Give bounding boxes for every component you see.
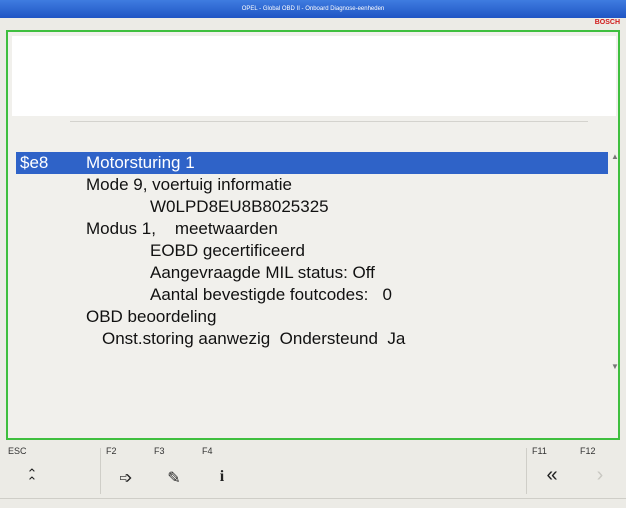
key-label: F12 (580, 446, 596, 456)
f4-button[interactable]: F4 i (198, 446, 246, 496)
esc-button[interactable]: ESC ⌃ ⌃ (4, 446, 60, 496)
f3-button[interactable]: F3 ✎ (150, 446, 198, 496)
key-label: F2 (106, 446, 117, 456)
chevron-right-icon: › (596, 464, 604, 486)
list-item[interactable]: Aantal bevestigde foutcodes: 0 (16, 284, 608, 306)
list-item-label: Onst.storing aanwezig Ondersteund Ja (102, 329, 406, 348)
dtc-count: Aantal bevestigde foutcodes: 0 (150, 285, 392, 304)
f11-button[interactable]: F11 « (528, 446, 576, 496)
list-item[interactable]: Mode 9, voertuig informatie (16, 174, 608, 196)
scroll-up-icon[interactable]: ▲ (611, 152, 619, 162)
list-item-label: Modus 1, meetwaarden (86, 219, 278, 238)
key-label: ESC (8, 446, 27, 456)
ecu-code: $e8 (20, 153, 49, 172)
list-item-label: Mode 9, voertuig informatie (86, 175, 292, 194)
list-item-label: Motorsturing 1 (86, 153, 195, 172)
double-chevron-left-icon: « (546, 464, 558, 486)
results-list[interactable]: $e8 Motorsturing 1 Mode 9, voertuig info… (16, 152, 608, 372)
brand-logo: BOSCH (594, 19, 620, 26)
divider (70, 121, 588, 122)
key-label: F11 (532, 446, 547, 456)
key-label: F3 (154, 446, 165, 456)
double-chevron-up-icon: ⌃ ⌃ (26, 466, 38, 489)
mil-status: Aangevraagde MIL status: Off (150, 263, 375, 282)
vin-value: W0LPD8EU8B8025325 (150, 197, 329, 216)
window-title: OPEL - Global OBD II - Onboard Diagnose-… (0, 0, 626, 18)
list-item[interactable]: $e8 Motorsturing 1 (16, 152, 608, 174)
f12-button[interactable]: F12 › (576, 446, 624, 496)
arrow-right-icon: ➩ (119, 470, 133, 487)
list-item[interactable]: W0LPD8EU8B8025325 (16, 196, 608, 218)
key-label: F4 (202, 446, 213, 456)
divider (100, 448, 101, 494)
list-item-label: OBD beoordeling (86, 307, 217, 326)
list-item[interactable]: Modus 1, meetwaarden (16, 218, 608, 240)
divider (0, 498, 626, 499)
list-item[interactable]: Onst.storing aanwezig Ondersteund Ja (16, 328, 608, 350)
scroll-down-icon[interactable]: ▼ (611, 362, 619, 372)
list-item[interactable]: OBD beoordeling (16, 306, 608, 328)
list-item[interactable]: Aangevraagde MIL status: Off (16, 262, 608, 284)
info-icon: i (219, 468, 225, 485)
header-panel (12, 36, 616, 116)
pencil-icon: ✎ (167, 470, 181, 487)
list-item-label: EOBD gecertificeerd (150, 241, 305, 260)
f2-button[interactable]: F2 ➩ (102, 446, 150, 496)
divider (526, 448, 527, 494)
list-item[interactable]: EOBD gecertificeerd (16, 240, 608, 262)
